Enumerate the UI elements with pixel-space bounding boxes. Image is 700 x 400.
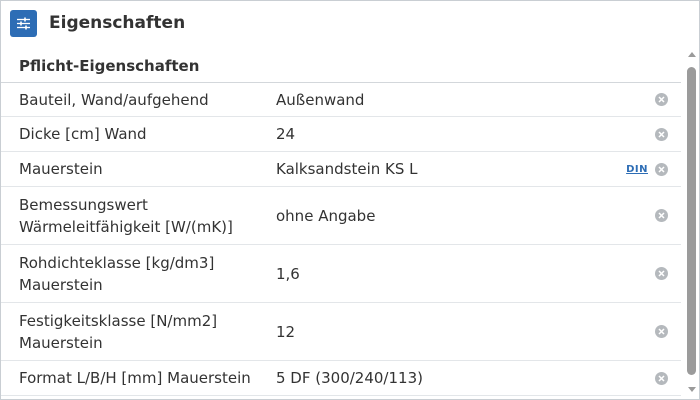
property-value[interactable]: 12: [276, 323, 295, 341]
property-row-rohdichteklasse[interactable]: Rohdichteklasse [kg/dm3] Mauerstein 1,6: [1, 245, 681, 303]
panel-titlebar: Eigenschaften: [1, 1, 699, 45]
property-value[interactable]: ohne Angabe: [276, 207, 375, 225]
clear-icon[interactable]: [655, 371, 668, 385]
clear-icon[interactable]: [655, 93, 668, 106]
din-badge[interactable]: DIN: [626, 164, 648, 175]
property-row-format[interactable]: Format L/B/H [mm] Mauerstein 5 DF (300/2…: [1, 361, 681, 396]
sliders-icon[interactable]: [10, 9, 37, 37]
clear-icon[interactable]: [655, 162, 668, 176]
vertical-scrollbar[interactable]: [685, 49, 699, 399]
property-label: Festigkeitsklasse [N/mm2] Mauerstein: [19, 311, 218, 352]
property-row-dicke[interactable]: Dicke [cm] Wand 24: [1, 117, 681, 152]
property-row-waermeleitfaehigkeit[interactable]: Bemessungswert Wärmeleitfähigkeit [W/(mK…: [1, 187, 681, 245]
section-title: Pflicht-Eigenschaften: [19, 56, 200, 75]
property-value[interactable]: 1,6: [276, 265, 300, 283]
property-label: Bauteil, Wand/aufgehend: [19, 90, 209, 109]
scroll-up-arrow-icon[interactable]: [686, 49, 698, 59]
property-label: Format L/B/H [mm] Mauerstein: [19, 369, 251, 387]
clear-icon[interactable]: [655, 325, 668, 338]
clear-icon[interactable]: [655, 267, 668, 280]
property-row-mauerstein[interactable]: Mauerstein Kalksandstein KS L DIN: [1, 152, 681, 187]
property-label: Bemessungswert Wärmeleitfähigkeit [W/(mK…: [19, 195, 233, 236]
property-value[interactable]: Kalksandstein KS L: [276, 160, 418, 178]
property-value[interactable]: Außenwand: [276, 91, 364, 109]
property-row-festigkeitsklasse[interactable]: Festigkeitsklasse [N/mm2] Mauerstein 12: [1, 303, 681, 361]
properties-panel: Eigenschaften Pflicht-Eigenschaften Baut…: [0, 0, 700, 400]
scroll-down-arrow-icon[interactable]: [686, 384, 698, 394]
clear-icon[interactable]: [655, 209, 668, 222]
clear-icon[interactable]: [655, 127, 668, 141]
property-row-bauteil[interactable]: Bauteil, Wand/aufgehend Außenwand: [1, 83, 681, 117]
property-label: Dicke [cm] Wand: [19, 125, 147, 143]
property-value[interactable]: 24: [276, 125, 295, 143]
scrollbar-thumb[interactable]: [687, 67, 696, 375]
section-header[interactable]: Pflicht-Eigenschaften: [1, 49, 681, 83]
panel-title: Eigenschaften: [49, 13, 186, 33]
property-rows: Bauteil, Wand/aufgehend Außenwand Dicke …: [1, 83, 681, 396]
property-label: Rohdichteklasse [kg/dm3] Mauerstein: [19, 253, 215, 294]
property-label: Mauerstein: [19, 160, 103, 178]
property-value[interactable]: 5 DF (300/240/113): [276, 369, 423, 387]
